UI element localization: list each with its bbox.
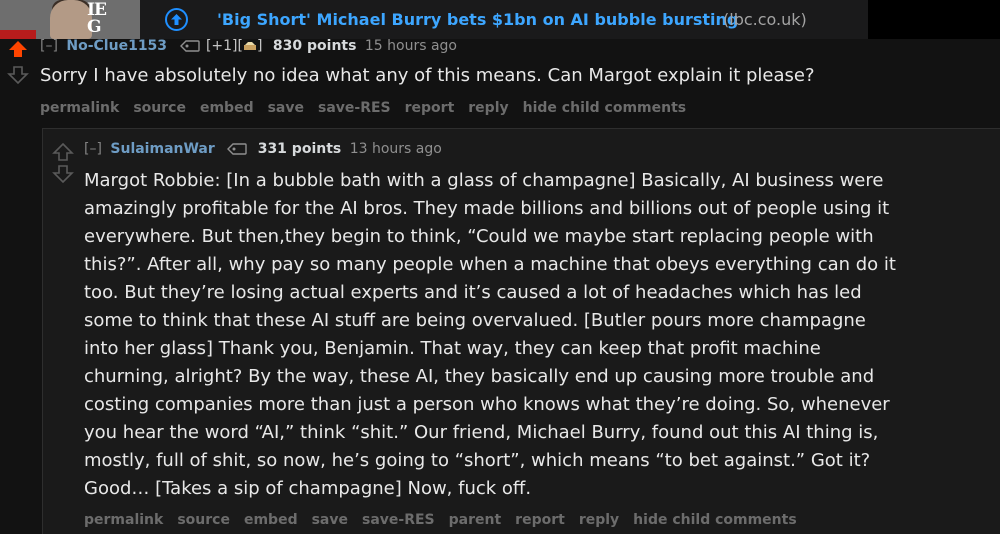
comment-tagline: [–] No-Clue1153 [+1][] 830 points 15 hou… [40,38,457,56]
reply-author[interactable]: SulaimanWar [110,141,214,157]
reply-body-line: mostly, full of shit, so now, he’s going… [84,450,871,471]
reply-button[interactable]: reply [579,512,619,528]
source-button[interactable]: source [133,100,186,116]
speech-tag-icon [227,143,247,159]
reply-buttons: permalink source embed save save-RES parent re… [84,512,811,528]
thumbnail-banner [0,30,36,39]
save-button[interactable]: save [268,100,304,116]
report-button[interactable]: report [515,512,565,528]
hide-child-comments-button[interactable]: hide child comments [523,100,687,116]
hide-child-comments-button[interactable]: hide child comments [633,512,797,528]
post-title-link[interactable]: 'Big Short' Michael Burry bets $1bn on A… [217,10,738,29]
reply-body-line: Good… [Takes a sip of champagne] Now, fu… [84,478,532,499]
comment-body: Sorry I have absolutely no idea what any… [40,65,815,86]
reply-body-line: costing companies more than just a perso… [84,394,890,415]
post-thumbnail[interactable]: IE G [0,0,140,39]
reply-body-line: you hear the word “AI,” think “shit.” Ou… [84,422,879,443]
source-button[interactable]: source [177,512,230,528]
reply-tagline: [–] SulaimanWar 331 points 13 hours ago [84,141,442,159]
up-arrow-icon[interactable] [7,39,29,59]
thumbnail-text: IE G [87,0,107,37]
reply-body-line: into her glass] Thank you, Benjamin. Tha… [84,338,821,359]
comment-vote [7,39,29,85]
embed-button[interactable]: embed [200,100,254,116]
header-right-area [868,0,1000,39]
reply-body-line: too. But they’re losing actual experts a… [84,282,862,303]
reply-body-line: everywhere. But then,they begin to think… [84,226,874,247]
save-res-button[interactable]: save-RES [318,100,391,116]
down-arrow-icon[interactable] [7,65,29,85]
collapse-toggle[interactable]: [–] [84,141,102,157]
reply-time: 13 hours ago [349,141,442,157]
save-button[interactable]: save [312,512,348,528]
award-icon [243,39,257,50]
reply-button[interactable]: reply [468,100,508,116]
awards-end: ] [256,38,263,54]
comment-buttons: permalink source embed save save-RES report re… [40,100,700,116]
circle-up-arrow-icon[interactable] [165,8,188,31]
save-res-button[interactable]: save-RES [362,512,435,528]
reply-body: Margot Robbie: [In a bubble bath with a … [84,167,896,503]
reply-vote [52,142,74,184]
reply-body-line: amazingly profitable for the AI bros. Th… [84,198,890,219]
reply-body-line: some to think that these AI stuff are be… [84,310,866,331]
parent-button[interactable]: parent [449,512,502,528]
permalink-button[interactable]: permalink [40,100,119,116]
embed-button[interactable]: embed [244,512,298,528]
speech-tag-icon [179,40,200,56]
permalink-button[interactable]: permalink [84,512,163,528]
reply-body-line: Margot Robbie: [In a bubble bath with a … [84,170,884,191]
comment-author[interactable]: No-Clue1153 [66,38,167,54]
comment-time: 15 hours ago [364,38,457,54]
up-arrow-icon[interactable] [52,142,74,162]
awards-text: [+1][ [205,38,243,54]
report-button[interactable]: report [405,100,455,116]
reply-body-line: churning, alright? By the way, these AI,… [84,366,875,387]
post-domain[interactable]: (lbc.co.uk) [723,10,807,29]
collapse-toggle[interactable]: [–] [40,38,58,54]
awards-count[interactable]: [+1][] [206,38,263,54]
reply-body-line: this?”. After all, why pay so many peopl… [84,254,896,275]
down-arrow-icon[interactable] [52,164,74,184]
comment-score: 830 points [272,38,357,54]
reply-score: 331 points [257,141,342,157]
post-header: IE G 'Big Short' Michael Burry bets $1bn… [0,0,1000,39]
thumbnail-face [50,0,92,39]
